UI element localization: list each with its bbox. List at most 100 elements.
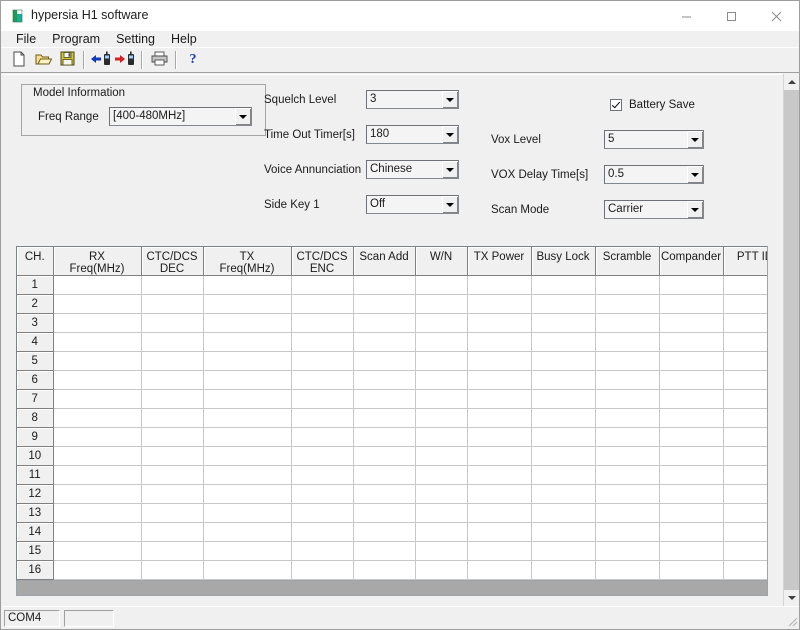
table-cell[interactable] (723, 313, 767, 333)
chevron-down-icon[interactable] (686, 201, 703, 218)
table-column-header[interactable]: TX Power (467, 247, 532, 276)
table-cell[interactable] (467, 408, 532, 428)
table-cell[interactable] (203, 541, 292, 561)
table-cell[interactable] (353, 332, 416, 352)
table-cell[interactable] (353, 522, 416, 542)
table-cell[interactable] (203, 427, 292, 447)
table-cell[interactable] (595, 484, 660, 504)
table-cell[interactable] (353, 503, 416, 523)
menu-setting[interactable]: Setting (108, 31, 163, 47)
table-cell[interactable] (531, 408, 596, 428)
table-cell[interactable] (595, 370, 660, 390)
table-cell[interactable] (141, 446, 204, 466)
table-cell[interactable] (595, 275, 660, 295)
table-column-header[interactable]: CTC/DCS ENC (291, 247, 354, 276)
write-to-radio-button[interactable] (113, 49, 137, 71)
table-cell[interactable] (203, 351, 292, 371)
table-cell[interactable] (203, 370, 292, 390)
battery-save-checkbox[interactable]: Battery Save (610, 99, 695, 111)
table-cell[interactable] (723, 484, 767, 504)
table-cell[interactable] (203, 408, 292, 428)
table-cell[interactable] (531, 351, 596, 371)
table-row[interactable]: 14 (17, 522, 767, 542)
open-file-button[interactable] (31, 49, 55, 71)
table-cell[interactable] (203, 389, 292, 409)
table-cell[interactable] (53, 408, 142, 428)
table-cell[interactable] (659, 332, 724, 352)
table-cell[interactable] (353, 484, 416, 504)
table-cell[interactable] (53, 560, 142, 580)
row-header-channel[interactable]: 16 (17, 560, 54, 580)
table-cell[interactable] (203, 275, 292, 295)
close-button[interactable] (754, 1, 799, 31)
table-cell[interactable] (723, 503, 767, 523)
table-cell[interactable] (467, 351, 532, 371)
table-cell[interactable] (531, 389, 596, 409)
row-header-channel[interactable]: 12 (17, 484, 54, 504)
table-cell[interactable] (659, 275, 724, 295)
table-cell[interactable] (467, 522, 532, 542)
table-cell[interactable] (415, 560, 468, 580)
table-cell[interactable] (415, 446, 468, 466)
table-column-header[interactable]: CH. (17, 247, 54, 276)
table-cell[interactable] (531, 446, 596, 466)
table-cell[interactable] (291, 446, 354, 466)
table-cell[interactable] (291, 294, 354, 314)
table-cell[interactable] (53, 427, 142, 447)
table-cell[interactable] (723, 446, 767, 466)
table-cell[interactable] (203, 503, 292, 523)
maximize-button[interactable] (709, 1, 754, 31)
scan-mode-combo[interactable]: Carrier (604, 200, 704, 219)
table-cell[interactable] (203, 484, 292, 504)
table-column-header[interactable]: TX Freq(MHz) (203, 247, 292, 276)
table-cell[interactable] (203, 313, 292, 333)
table-cell[interactable] (291, 484, 354, 504)
table-cell[interactable] (467, 560, 532, 580)
table-cell[interactable] (723, 541, 767, 561)
time-out-timer-combo[interactable]: 180 (366, 125, 459, 144)
read-from-radio-button[interactable] (89, 49, 113, 71)
table-cell[interactable] (291, 351, 354, 371)
row-header-channel[interactable]: 1 (17, 275, 54, 295)
table-cell[interactable] (659, 370, 724, 390)
table-cell[interactable] (141, 294, 204, 314)
table-horizontal-scrollbar[interactable] (16, 581, 768, 596)
table-cell[interactable] (353, 370, 416, 390)
table-cell[interactable] (595, 446, 660, 466)
table-cell[interactable] (415, 541, 468, 561)
print-button[interactable] (147, 49, 171, 71)
table-cell[interactable] (467, 332, 532, 352)
table-column-header[interactable]: Scramble (595, 247, 660, 276)
table-cell[interactable] (467, 294, 532, 314)
table-cell[interactable] (659, 351, 724, 371)
table-cell[interactable] (467, 370, 532, 390)
table-cell[interactable] (141, 313, 204, 333)
table-row[interactable]: 4 (17, 332, 767, 352)
table-cell[interactable] (415, 294, 468, 314)
row-header-channel[interactable]: 4 (17, 332, 54, 352)
table-cell[interactable] (291, 313, 354, 333)
table-cell[interactable] (53, 332, 142, 352)
table-row[interactable]: 10 (17, 446, 767, 466)
table-cell[interactable] (353, 351, 416, 371)
table-cell[interactable] (659, 294, 724, 314)
table-cell[interactable] (595, 541, 660, 561)
table-cell[interactable] (53, 522, 142, 542)
table-cell[interactable] (595, 351, 660, 371)
table-row[interactable]: 12 (17, 484, 767, 504)
table-cell[interactable] (531, 560, 596, 580)
table-cell[interactable] (141, 275, 204, 295)
table-cell[interactable] (659, 427, 724, 447)
table-row[interactable]: 1 (17, 275, 767, 295)
table-column-header[interactable]: Compander (659, 247, 724, 276)
table-cell[interactable] (595, 503, 660, 523)
table-cell[interactable] (141, 351, 204, 371)
table-cell[interactable] (531, 275, 596, 295)
table-cell[interactable] (723, 370, 767, 390)
table-column-header[interactable]: PTT ID (723, 247, 767, 276)
table-cell[interactable] (595, 465, 660, 485)
table-row[interactable]: 3 (17, 313, 767, 333)
resize-grip-icon[interactable] (784, 613, 798, 627)
table-cell[interactable] (353, 313, 416, 333)
table-cell[interactable] (415, 275, 468, 295)
